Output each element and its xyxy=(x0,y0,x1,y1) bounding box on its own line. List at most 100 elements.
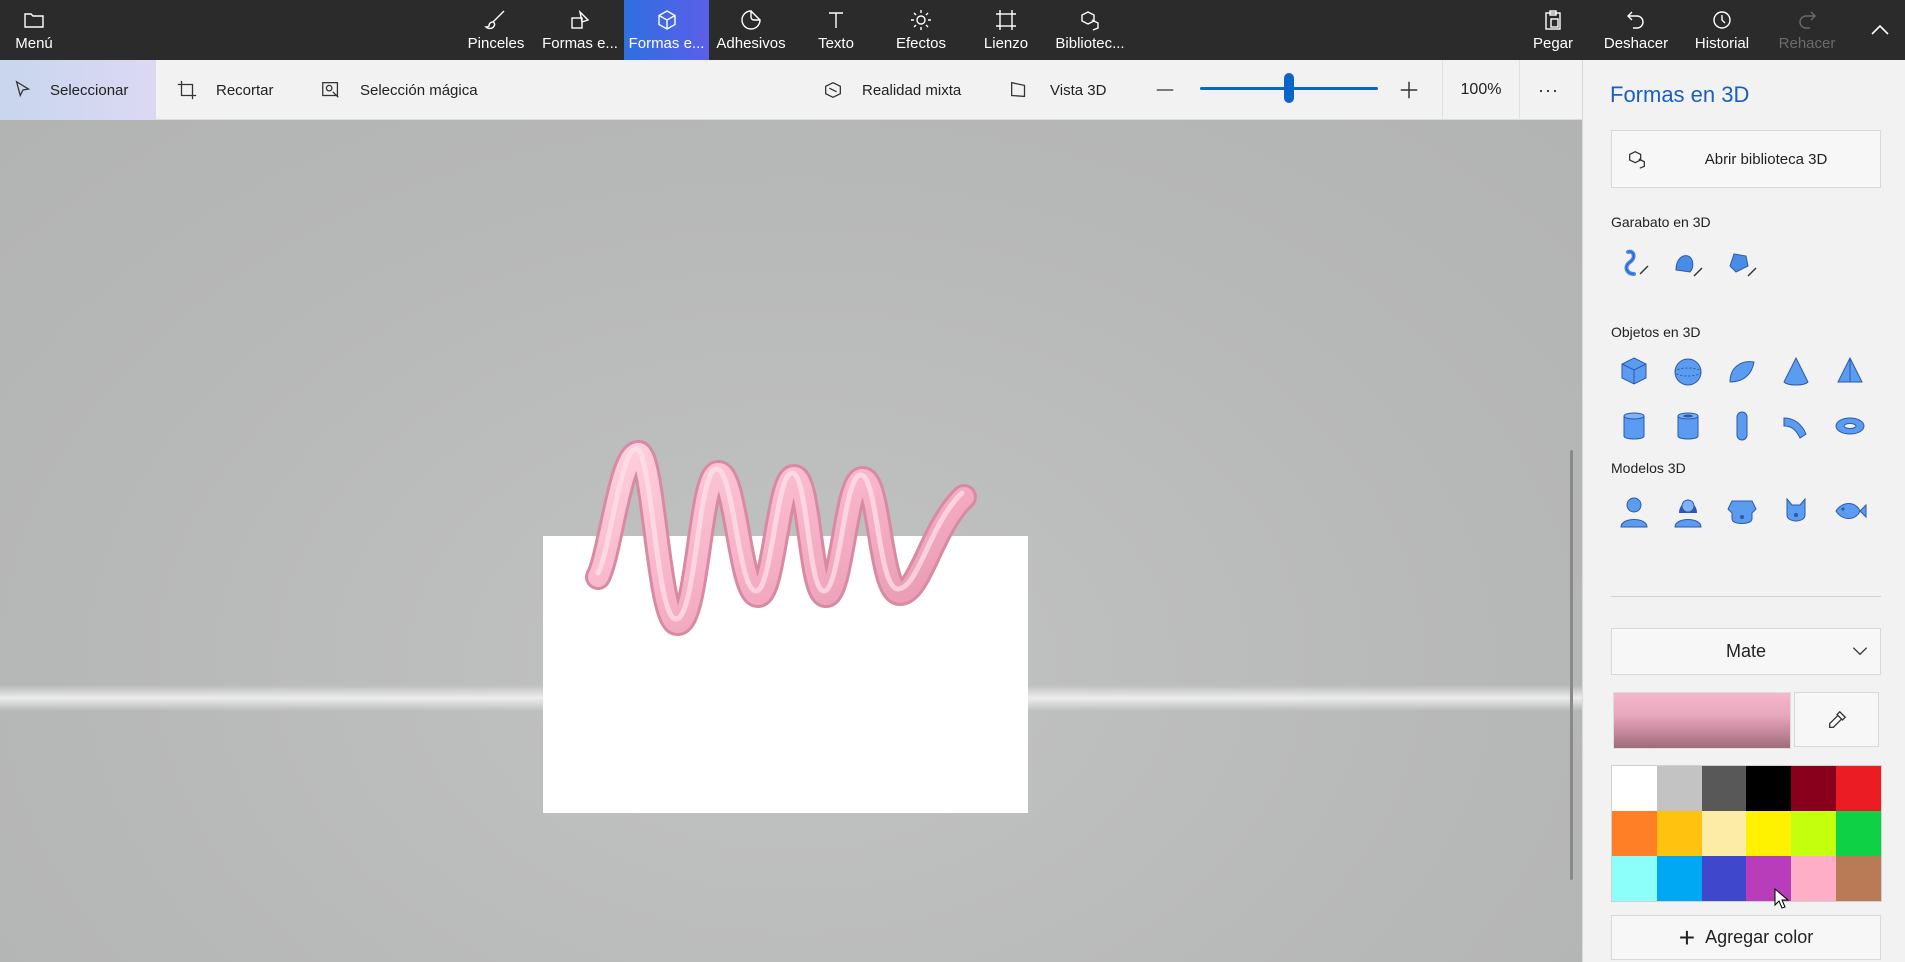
undo-button[interactable]: Deshacer xyxy=(1600,0,1672,60)
paste-label: Pegar xyxy=(1532,35,1574,52)
color-swatch-1[interactable] xyxy=(1612,766,1657,811)
color-swatch-4[interactable] xyxy=(1746,766,1792,811)
doodle-section-label: Garabato en 3D xyxy=(1611,214,1711,230)
pyramid-button[interactable] xyxy=(1829,351,1871,393)
minus-icon xyxy=(1156,89,1174,91)
tab-canvas[interactable]: Lienzo xyxy=(976,0,1036,60)
crop-tool-button[interactable]: Recortar xyxy=(176,60,274,120)
chevron-up-icon xyxy=(1871,24,1889,35)
add-color-button[interactable]: + Agregar color xyxy=(1611,915,1881,960)
sphere-button[interactable] xyxy=(1667,351,1709,393)
tube-button[interactable] xyxy=(1667,405,1709,447)
3d-doodle-tube[interactable] xyxy=(560,435,1010,645)
cylinder-icon xyxy=(1623,412,1645,440)
hemisphere-button[interactable] xyxy=(1721,351,1763,393)
color-swatch-12[interactable] xyxy=(1836,811,1881,856)
dog-model-button[interactable] xyxy=(1721,490,1763,532)
soft-doodle-icon xyxy=(1675,255,1703,277)
color-swatch-10[interactable] xyxy=(1746,811,1792,856)
cone-button[interactable] xyxy=(1775,351,1817,393)
more-label: ··· xyxy=(1538,79,1559,100)
crop-icon xyxy=(177,80,197,100)
color-swatch-6[interactable] xyxy=(1836,766,1881,811)
menu-label: Menú xyxy=(15,35,53,52)
man-model-button[interactable] xyxy=(1613,490,1655,532)
paste-button[interactable]: Pegar xyxy=(1528,0,1578,60)
color-swatch-2[interactable] xyxy=(1656,766,1702,811)
color-swatch-17[interactable] xyxy=(1791,856,1837,901)
tab-label: Texto xyxy=(818,35,854,52)
color-swatch-5[interactable] xyxy=(1791,766,1837,811)
sharp-doodle-icon xyxy=(1624,249,1649,276)
zoom-out-button[interactable] xyxy=(1154,60,1176,120)
view-3d-button[interactable]: Vista 3D xyxy=(1008,60,1106,120)
vertical-scrollbar[interactable] xyxy=(1570,450,1573,880)
more-options-button[interactable]: ··· xyxy=(1538,60,1566,120)
color-swatch-7[interactable] xyxy=(1612,811,1657,856)
menu-button[interactable]: Menú xyxy=(0,0,68,60)
panel-title: Formas en 3D xyxy=(1610,82,1750,107)
tab-3d-library[interactable]: Bibliotec... xyxy=(1052,0,1128,60)
color-swatch-11[interactable] xyxy=(1791,811,1837,856)
effects-icon xyxy=(911,10,931,30)
tab-effects[interactable]: Efectos xyxy=(886,0,956,60)
tab-3d-shapes[interactable]: Formas e... xyxy=(624,0,709,60)
plus-icon: + xyxy=(1678,921,1696,953)
man-icon xyxy=(1620,497,1648,528)
color-swatch-9[interactable] xyxy=(1701,811,1747,856)
torus-button[interactable] xyxy=(1829,405,1871,447)
color-swatch-8[interactable] xyxy=(1656,811,1702,856)
woman-model-button[interactable] xyxy=(1667,490,1709,532)
eyedropper-button[interactable] xyxy=(1794,692,1879,747)
color-swatch-3[interactable] xyxy=(1701,766,1747,811)
redo-icon xyxy=(1799,11,1816,29)
tab-label: Bibliotec... xyxy=(1055,35,1125,52)
capsule-button[interactable] xyxy=(1721,405,1763,447)
tab-2d-shapes[interactable]: Formas e... xyxy=(540,0,620,60)
zoom-value: 100% xyxy=(1442,60,1520,120)
tab-text[interactable]: Texto xyxy=(806,0,866,60)
select-label: Seleccionar xyxy=(50,81,129,99)
tab-brushes[interactable]: Pinceles xyxy=(464,0,528,60)
select-tool-button[interactable]: Seleccionar xyxy=(0,60,156,120)
cat-icon xyxy=(1786,497,1806,522)
collapse-ribbon-button[interactable] xyxy=(1860,0,1900,60)
sharp-edge-doodle-button[interactable] xyxy=(1613,243,1655,285)
paint3d-window: Menú Pinceles Formas e... Formas e... Ad… xyxy=(0,0,1905,962)
cursor-arrow-icon xyxy=(15,80,31,98)
folder-icon xyxy=(24,13,44,28)
zoom-slider-thumb[interactable] xyxy=(1284,73,1294,103)
color-palette xyxy=(1611,765,1882,902)
color-swatch-14[interactable] xyxy=(1656,856,1702,901)
capsule-icon xyxy=(1736,411,1748,441)
material-dropdown[interactable]: Mate xyxy=(1611,628,1881,675)
soft-edge-doodle-button[interactable] xyxy=(1667,243,1709,285)
tab-stickers[interactable]: Adhesivos xyxy=(712,0,790,60)
color-swatch-13[interactable] xyxy=(1612,856,1657,901)
mixed-reality-button[interactable]: Realidad mixta xyxy=(822,60,961,120)
plus-icon xyxy=(1400,81,1418,99)
history-button[interactable]: Historial xyxy=(1688,0,1756,60)
magic-select-icon xyxy=(322,82,339,98)
color-swatch-18[interactable] xyxy=(1836,856,1881,901)
fish-model-button[interactable] xyxy=(1829,490,1871,532)
2d-shapes-icon xyxy=(571,9,590,29)
view-3d-label: Vista 3D xyxy=(1050,81,1107,99)
zoom-in-button[interactable] xyxy=(1398,60,1422,120)
woman-icon xyxy=(1674,499,1702,528)
history-label: Historial xyxy=(1694,35,1750,52)
cube-button[interactable] xyxy=(1613,351,1655,393)
open-3d-library-button[interactable]: Abrir biblioteca 3D xyxy=(1611,130,1881,188)
undo-icon xyxy=(1627,11,1644,29)
redo-button[interactable]: Rehacer xyxy=(1774,0,1840,60)
cone-icon xyxy=(1783,356,1809,386)
tube-doodle-button[interactable] xyxy=(1721,243,1763,285)
current-color-swatch[interactable] xyxy=(1613,692,1791,749)
magic-select-button[interactable]: Selección mágica xyxy=(320,60,478,120)
curved-tube-button[interactable] xyxy=(1775,405,1817,447)
objects-section-label: Objetos en 3D xyxy=(1611,324,1701,340)
color-swatch-15[interactable] xyxy=(1701,856,1747,901)
tab-label: Formas e... xyxy=(542,35,618,52)
cat-model-button[interactable] xyxy=(1775,490,1817,532)
cylinder-button[interactable] xyxy=(1613,405,1655,447)
